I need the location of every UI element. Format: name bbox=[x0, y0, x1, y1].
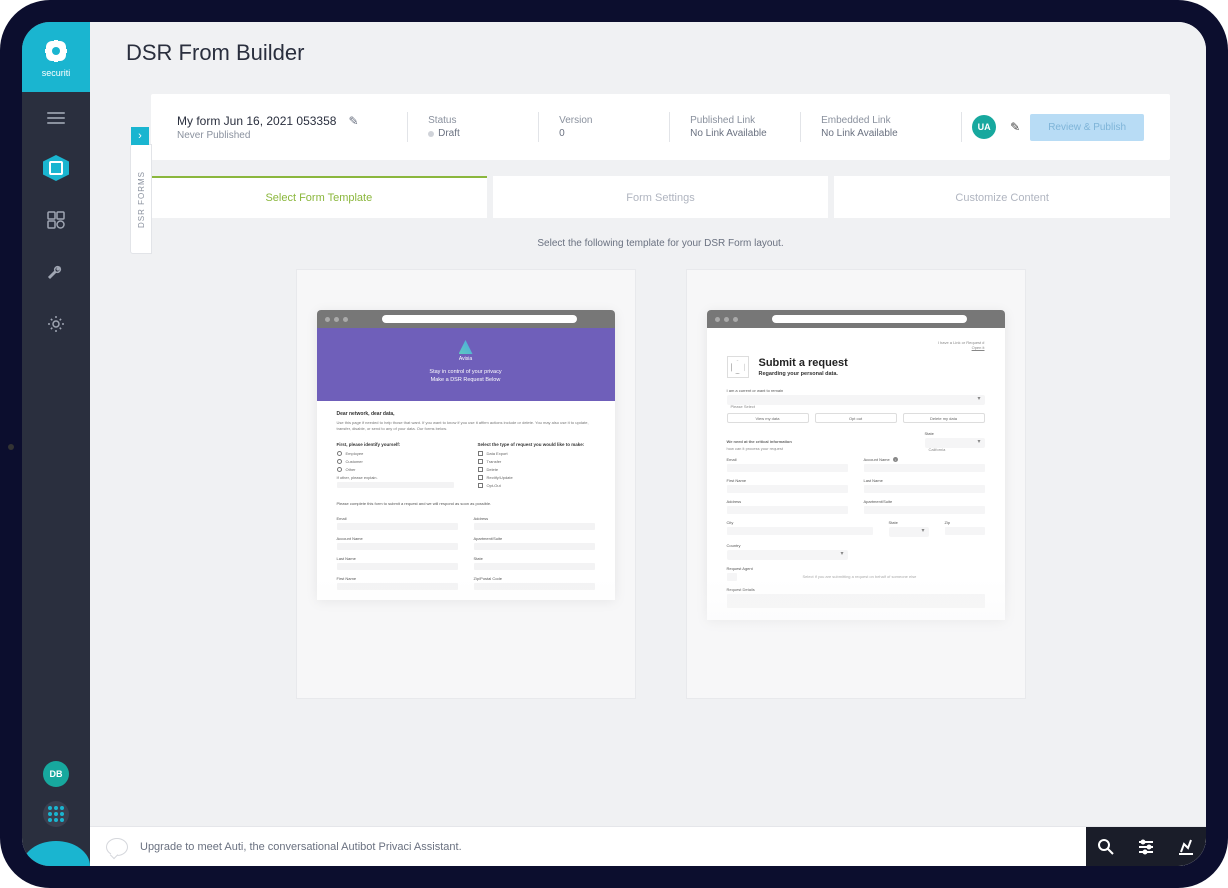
securiti-logo-icon bbox=[42, 37, 70, 65]
embedded-link-label: Embedded Link bbox=[821, 115, 941, 126]
app-screen: securiti DB bbox=[22, 22, 1206, 866]
sliders-icon[interactable] bbox=[1126, 827, 1166, 867]
template-card-2[interactable]: I have a Link or Request # Open it Submi… bbox=[686, 269, 1026, 699]
info-icon: i bbox=[893, 457, 898, 462]
tab-customize-content[interactable]: Customize Content bbox=[834, 176, 1170, 218]
status-dot-icon bbox=[428, 131, 434, 137]
t1-section-title: Dear network, dear data, bbox=[337, 411, 595, 417]
chat-bubble-icon[interactable] bbox=[106, 838, 128, 856]
t2-select: Please Select bbox=[727, 395, 985, 405]
t1-col2-title: Select the type of request you would lik… bbox=[478, 442, 595, 447]
tab-form-settings[interactable]: Form Settings bbox=[493, 176, 829, 218]
avisia-logo-icon bbox=[459, 340, 473, 354]
build-icon[interactable] bbox=[1166, 827, 1206, 867]
version-block: Version 0 bbox=[559, 115, 649, 139]
nav-item-dashboard[interactable] bbox=[42, 206, 70, 234]
sidebar: securiti DB bbox=[22, 22, 90, 866]
status-label: Status bbox=[428, 115, 518, 126]
assistant-text: Upgrade to meet Auti, the conversational… bbox=[140, 841, 462, 853]
status-value: Draft bbox=[438, 128, 460, 139]
t1-instruction: Please complete this form to submit a re… bbox=[337, 501, 595, 506]
editor-avatar[interactable]: UA bbox=[972, 115, 996, 139]
t1-hero-line1: Stay in control of your privacy bbox=[317, 368, 615, 376]
divider bbox=[669, 112, 670, 142]
sidebar-wave-decoration bbox=[22, 841, 90, 866]
bottom-actions bbox=[1086, 827, 1206, 867]
template-2-preview: I have a Link or Request # Open it Submi… bbox=[707, 310, 1005, 620]
embedded-link-block: Embedded Link No Link Available bbox=[821, 115, 941, 139]
form-publish-status: Never Published bbox=[177, 130, 359, 141]
nav-item-gear[interactable] bbox=[42, 310, 70, 338]
user-avatar[interactable]: DB bbox=[43, 761, 69, 787]
t2-logo-icon bbox=[727, 356, 749, 378]
t2-title: Submit a request bbox=[759, 357, 848, 369]
divider bbox=[800, 112, 801, 142]
t1-brand: Avisia bbox=[459, 356, 472, 362]
content-wrap: › DSR FORMS My form Jun 16, 2021 053358 … bbox=[90, 84, 1206, 866]
nav-item-wrench[interactable] bbox=[42, 258, 70, 286]
brand-logo[interactable]: securiti bbox=[22, 22, 90, 92]
t1-col1-title: First, please identify yourself: bbox=[337, 442, 454, 447]
published-link-value: No Link Available bbox=[690, 128, 780, 139]
edit-pencil-icon[interactable]: ✎ bbox=[348, 114, 358, 128]
page-title: DSR From Builder bbox=[126, 40, 1170, 66]
main-content: DSR From Builder › DSR FORMS My form Jun… bbox=[90, 22, 1206, 866]
page-header: DSR From Builder bbox=[90, 22, 1206, 84]
published-link-block: Published Link No Link Available bbox=[690, 115, 780, 139]
nav-item-cube[interactable] bbox=[42, 154, 70, 182]
builder-tabs: Select Form Template Form Settings Custo… bbox=[151, 176, 1170, 218]
side-panel-tab[interactable]: › DSR FORMS bbox=[130, 144, 152, 254]
edit-form-icon[interactable]: ✎ bbox=[1010, 120, 1020, 134]
version-label: Version bbox=[559, 115, 649, 126]
form-name: My form Jun 16, 2021 053358 bbox=[177, 114, 336, 128]
status-block: Status Draft bbox=[428, 115, 518, 139]
t1-section-desc: Use this page if needed to help those th… bbox=[337, 420, 595, 432]
chevron-right-icon[interactable]: › bbox=[131, 127, 149, 145]
t2-subtitle: Regarding your personal data. bbox=[759, 371, 848, 377]
divider bbox=[961, 112, 962, 142]
browser-chrome bbox=[317, 310, 615, 328]
divider bbox=[538, 112, 539, 142]
sidebar-bottom: DB bbox=[22, 761, 90, 856]
search-icon[interactable] bbox=[1086, 827, 1126, 867]
t1-hero-line2: Make a DSR Request Below bbox=[317, 376, 615, 384]
template-card-1[interactable]: Avisia Stay in control of your privacy M… bbox=[296, 269, 636, 699]
embedded-link-value: No Link Available bbox=[821, 128, 941, 139]
menu-toggle-icon[interactable] bbox=[47, 112, 65, 124]
device-frame: securiti DB bbox=[0, 0, 1228, 888]
form-info-bar: My form Jun 16, 2021 053358 ✎ Never Publ… bbox=[151, 94, 1170, 160]
t1-hero: Avisia Stay in control of your privacy M… bbox=[317, 328, 615, 401]
app-launcher-icon[interactable] bbox=[43, 801, 69, 827]
nav-icons bbox=[42, 154, 70, 338]
template-1-preview: Avisia Stay in control of your privacy M… bbox=[317, 310, 615, 600]
version-value: 0 bbox=[559, 128, 649, 139]
assistant-bar: Upgrade to meet Auti, the conversational… bbox=[90, 826, 1206, 866]
info-bar-actions: UA ✎ Review & Publish bbox=[961, 112, 1144, 142]
tab-select-template[interactable]: Select Form Template bbox=[151, 176, 487, 218]
browser-chrome bbox=[707, 310, 1005, 328]
publish-button[interactable]: Review & Publish bbox=[1030, 114, 1144, 141]
brand-name: securiti bbox=[42, 68, 71, 78]
template-hint: Select the following template for your D… bbox=[151, 238, 1170, 249]
side-tab-label: DSR FORMS bbox=[137, 171, 146, 228]
divider bbox=[407, 112, 408, 142]
template-area: Select the following template for your D… bbox=[151, 218, 1170, 866]
published-link-label: Published Link bbox=[690, 115, 780, 126]
content: My form Jun 16, 2021 053358 ✎ Never Publ… bbox=[151, 94, 1170, 866]
template-grid: Avisia Stay in control of your privacy M… bbox=[151, 269, 1170, 699]
form-name-block: My form Jun 16, 2021 053358 ✎ Never Publ… bbox=[177, 114, 387, 141]
